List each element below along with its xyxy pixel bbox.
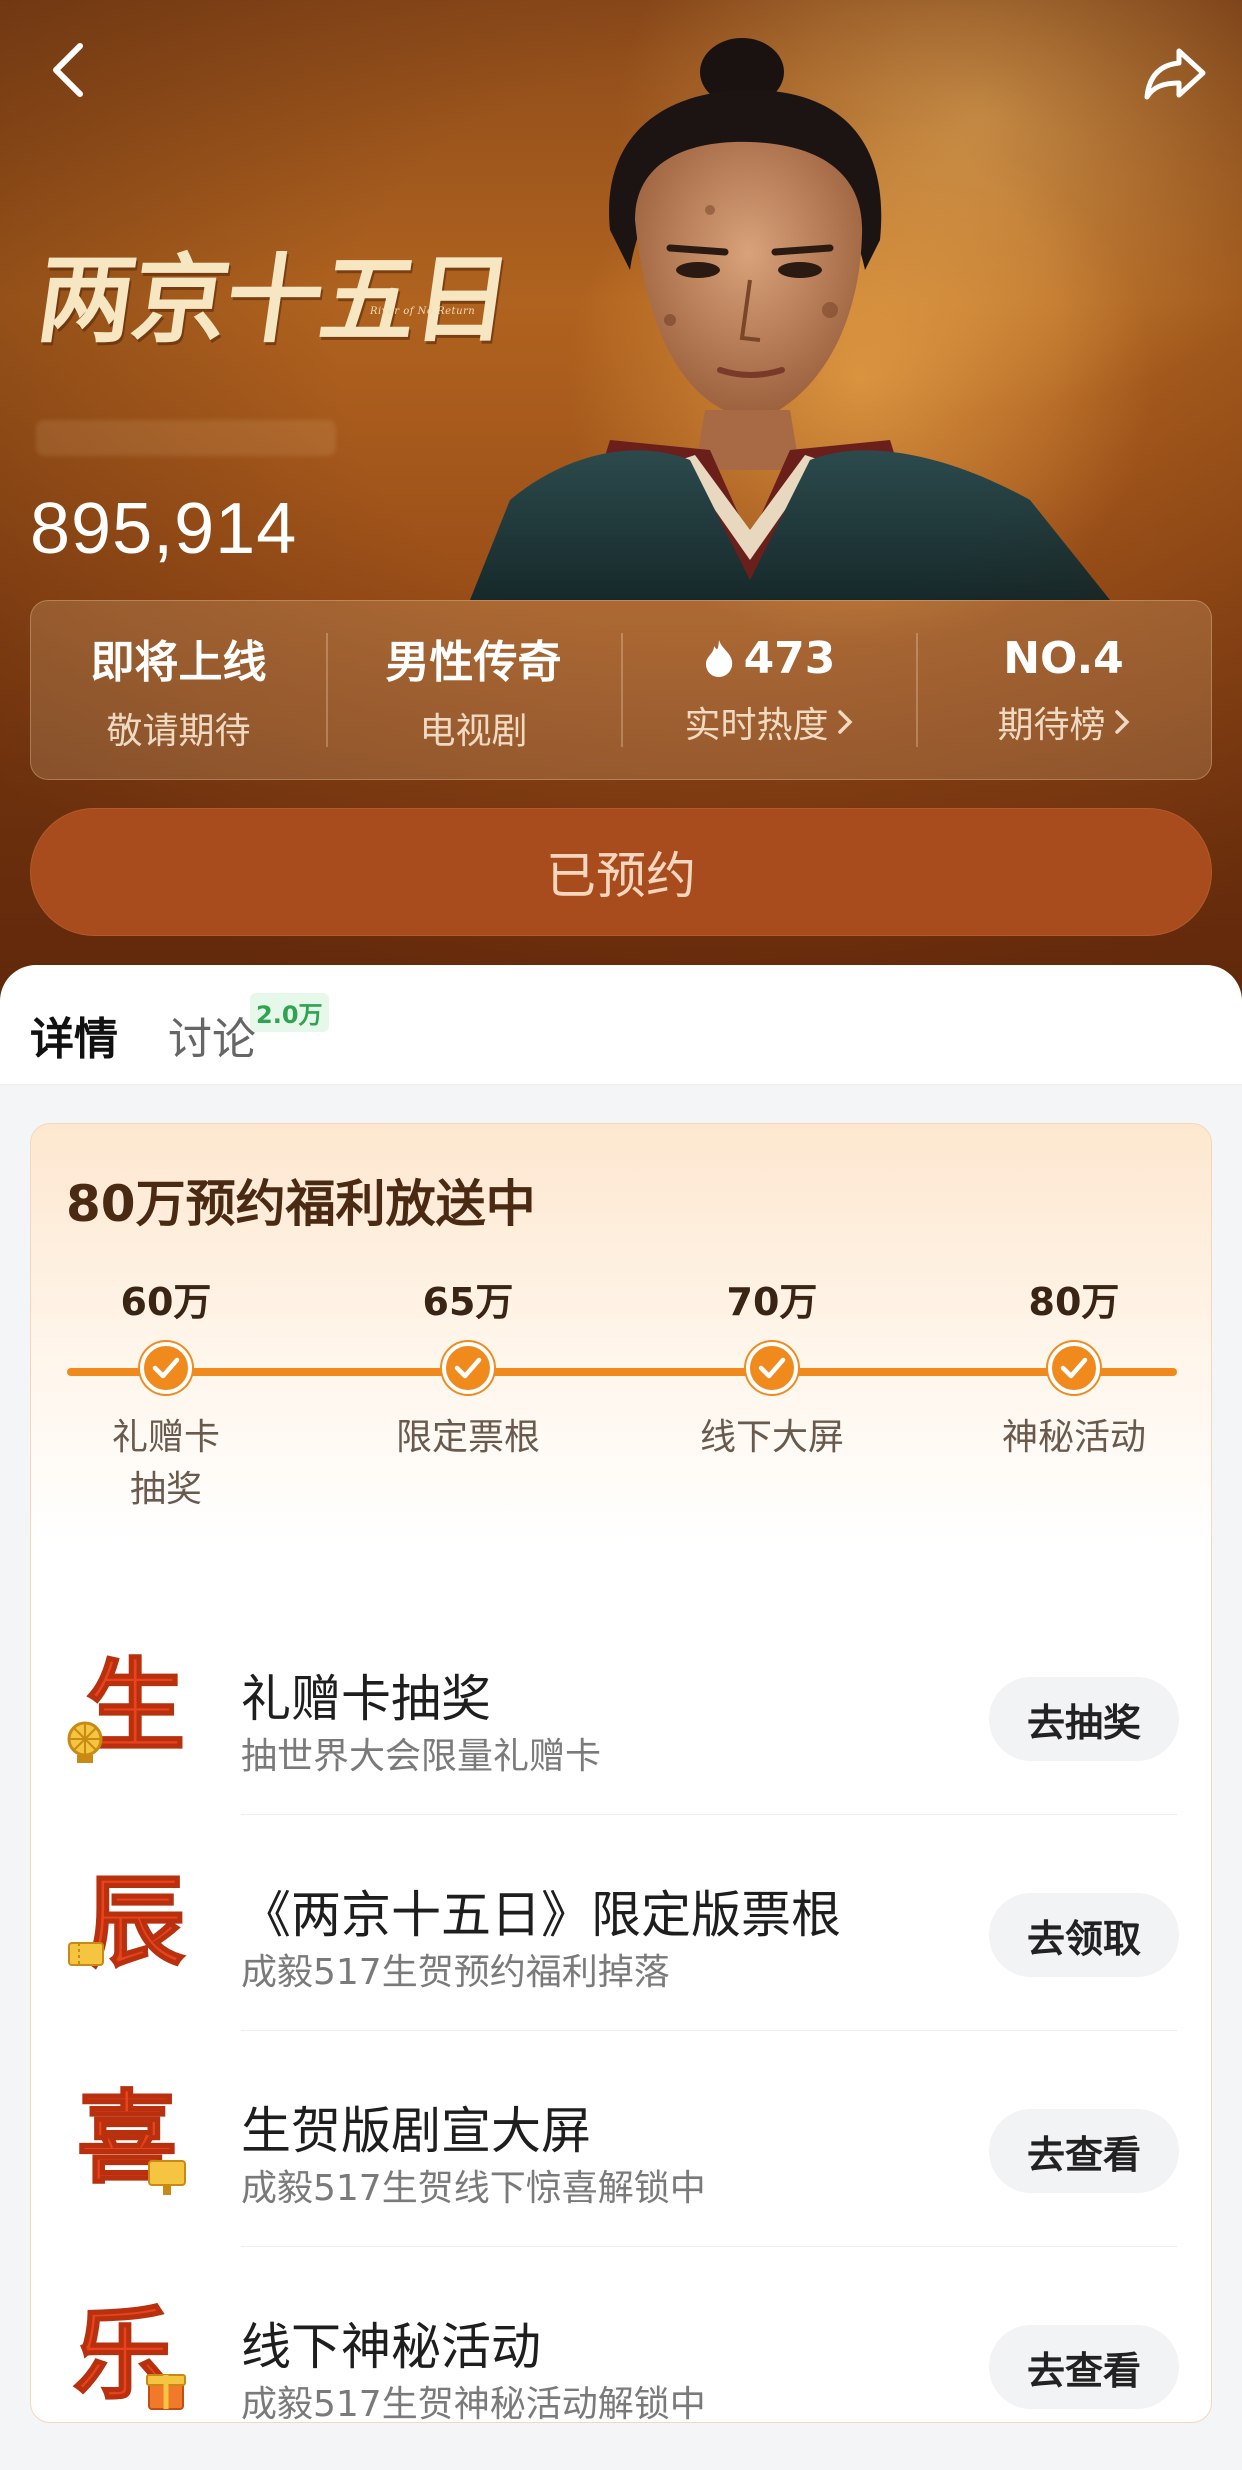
stat-label: 电视剧	[419, 711, 528, 752]
stat-label: 敬请期待	[106, 711, 251, 752]
show-english-title: River of No Return	[370, 306, 476, 317]
show-title-logo: 两京十五日	[30, 243, 517, 356]
milestone-track: 60万 礼赠卡 抽奖 65万 限定票根 70万 线下大屏 80万 神秘活动	[31, 1274, 1213, 1534]
milestone-label: 礼赠卡	[111, 1417, 220, 1458]
check-circle-icon	[746, 1342, 798, 1394]
tab-discussion[interactable]: 讨论	[168, 1003, 256, 1067]
stat-realtime-heat[interactable]: 473 实时热度	[621, 601, 916, 779]
go-view-button[interactable]: 去查看	[989, 2325, 1179, 2409]
tab-details[interactable]: 详情	[30, 1003, 118, 1067]
milestone-amount: 65万	[422, 1280, 514, 1324]
tab-bar: 详情 讨论 2.0万	[0, 965, 1242, 1085]
milestone-label-2: 抽奖	[129, 1469, 202, 1510]
milestone-65w: 65万 限定票根	[358, 1274, 578, 1464]
chevron-right-icon	[837, 709, 852, 734]
go-view-button[interactable]: 去查看	[989, 2109, 1179, 2193]
milestone-80w: 80万 神秘活动	[964, 1274, 1184, 1464]
reward-title: 生贺版剧宣大屏	[241, 2102, 591, 2160]
stat-genre: 男性传奇 电视剧	[326, 601, 621, 779]
reward-subtitle: 成毅517生贺线下惊喜解锁中	[241, 2168, 706, 2209]
milestone-amount: 60万	[120, 1280, 212, 1324]
xi-glyph-screen-icon: 喜	[76, 2082, 186, 2196]
reward-title: 线下神秘活动	[241, 2318, 541, 2376]
reward-subtitle: 抽世界大会限量礼赠卡	[241, 1736, 602, 1777]
stat-value: 473	[743, 632, 836, 684]
content-sheet: 详情 讨论 2.0万 80万预约福利放送中 60万 礼赠卡 抽奖 65万 限定票…	[0, 965, 1242, 2470]
milestone-amount: 70万	[726, 1280, 818, 1324]
back-button[interactable]	[38, 40, 98, 100]
reservation-count: 895,914	[30, 489, 298, 569]
reserved-button[interactable]: 已预约	[30, 808, 1212, 936]
stat-label: 实时热度	[684, 704, 829, 746]
le-glyph-gift-icon: 乐	[72, 2298, 186, 2412]
share-button[interactable]	[1140, 38, 1210, 108]
go-claim-button[interactable]: 去领取	[989, 1893, 1179, 1977]
stats-panel: 即将上线 敬请期待 男性传奇 电视剧 473 实时热度 NO.4 期待榜	[30, 600, 1212, 780]
reward-title: 《两京十五日》限定版票根	[241, 1886, 841, 1944]
milestone-amount: 80万	[1028, 1280, 1120, 1324]
blurred-caption	[36, 420, 336, 456]
stat-release-status: 即将上线 敬请期待	[31, 601, 326, 779]
chevron-right-icon	[1114, 709, 1129, 734]
stat-label: 期待榜	[997, 704, 1106, 746]
stat-value: NO.4	[1003, 632, 1124, 684]
flame-icon	[705, 640, 732, 677]
reward-title: 礼赠卡抽奖	[241, 1670, 491, 1728]
milestone-70w: 70万 线下大屏	[662, 1274, 882, 1464]
stat-expect-rank[interactable]: NO.4 期待榜	[916, 601, 1211, 779]
go-lottery-button[interactable]: 去抽奖	[989, 1677, 1179, 1761]
stat-value: 即将上线	[90, 637, 267, 688]
reward-item-mystery: 乐 线下神秘活动 成毅517生贺神秘活动解锁中 去查看	[31, 2247, 1213, 2463]
reward-subtitle: 成毅517生贺神秘活动解锁中	[241, 2384, 706, 2425]
hero-banner: 两京十五日 River of No Return 895,914 即将上线 敬请…	[0, 0, 1242, 1000]
milestone-label: 线下大屏	[699, 1417, 844, 1458]
share-arrow-icon	[1144, 48, 1206, 100]
welfare-card: 80万预约福利放送中 60万 礼赠卡 抽奖 65万 限定票根 70万 线下大屏 …	[30, 1123, 1213, 2425]
sheng-glyph-wheel-icon: 生	[67, 1650, 186, 1764]
reward-item-ticket: 辰 《两京十五日》限定版票根 成毅517生贺预约福利掉落 去领取	[31, 1815, 1213, 2031]
milestone-label: 限定票根	[395, 1417, 540, 1458]
chen-glyph-ticket-icon: 辰	[68, 1866, 186, 1980]
milestone-60w: 60万 礼赠卡 抽奖	[56, 1274, 276, 1516]
milestone-label: 神秘活动	[1001, 1417, 1146, 1458]
check-circle-icon	[442, 1342, 494, 1394]
check-circle-icon	[140, 1342, 192, 1394]
discussion-count-badge: 2.0万	[250, 993, 329, 1032]
reward-subtitle: 成毅517生贺预约福利掉落	[241, 1952, 670, 1993]
welfare-title: 80万预约福利放送中	[66, 1175, 536, 1233]
reward-item-lottery: 生 礼赠卡抽奖 抽世界大会限量礼赠卡 去抽奖	[31, 1599, 1213, 1815]
chevron-left-icon	[53, 43, 83, 97]
check-circle-icon	[1048, 1342, 1100, 1394]
stat-value: 男性传奇	[385, 637, 562, 688]
reward-item-screen: 喜 生贺版剧宣大屏 成毅517生贺线下惊喜解锁中 去查看	[31, 2031, 1213, 2247]
